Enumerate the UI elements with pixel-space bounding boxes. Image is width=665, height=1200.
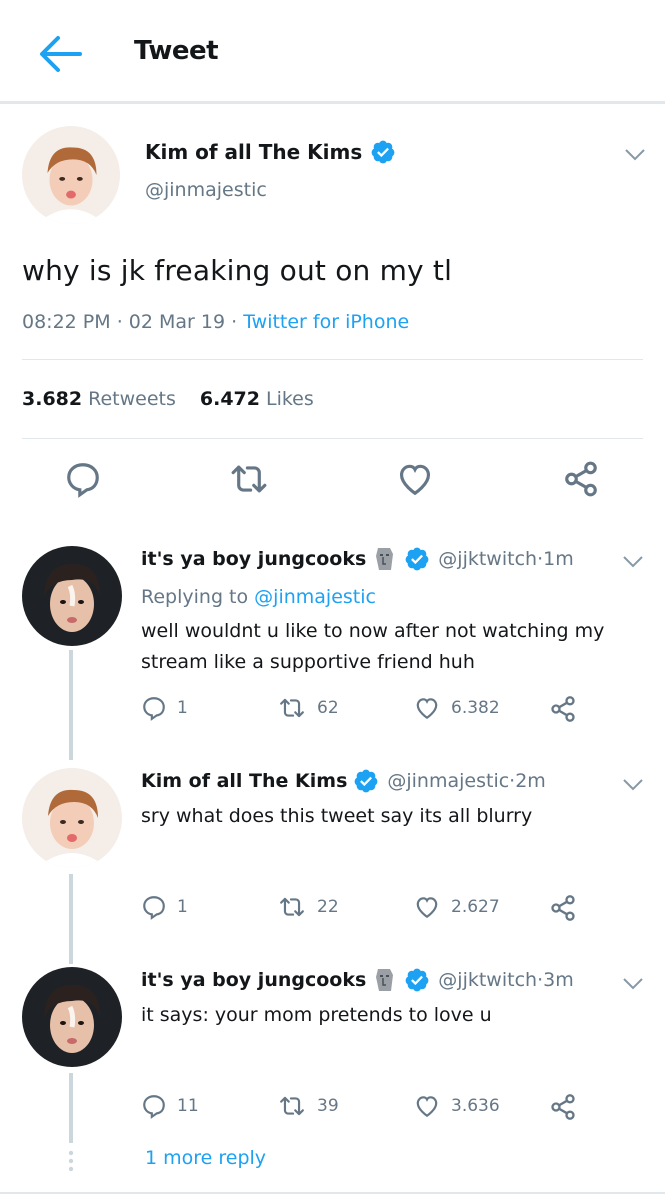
reply-icon xyxy=(141,695,167,721)
retweet-count: 62 xyxy=(317,698,339,718)
like-button[interactable]: 6.382 xyxy=(413,695,500,721)
author-name-row[interactable]: Kim of all The Kims xyxy=(145,139,396,165)
reply-header: it's ya boy jungcooks @jjktwitch · 3m xyxy=(141,967,574,993)
reply-header: it's ya boy jungcooks @jjktwitch · 1m xyxy=(141,546,574,572)
share-button[interactable] xyxy=(549,695,577,723)
retweet-button[interactable]: 62 xyxy=(277,695,339,721)
reply-icon xyxy=(141,894,167,920)
retweet-icon xyxy=(277,695,307,721)
top-bar: Tweet xyxy=(0,0,665,104)
avatar[interactable] xyxy=(22,546,122,646)
reply-count: 1 xyxy=(177,698,188,718)
retweet-button[interactable]: 39 xyxy=(277,1093,339,1119)
reply-handle[interactable]: @jinmajestic xyxy=(387,770,509,792)
reply-actions: 1 22 2.627 xyxy=(141,894,601,924)
avatar[interactable] xyxy=(22,126,120,224)
thread-line xyxy=(69,874,73,964)
reply-button[interactable] xyxy=(64,460,102,502)
heart-icon xyxy=(413,894,441,920)
reply-icon xyxy=(141,1093,167,1119)
reply-author-name[interactable]: it's ya boy jungcooks xyxy=(141,969,366,991)
verified-badge-icon xyxy=(404,546,430,572)
thread-line xyxy=(69,1073,73,1143)
verified-badge-icon xyxy=(404,967,430,993)
reply-button[interactable]: 11 xyxy=(141,1093,199,1119)
reply-time: 1m xyxy=(543,548,574,570)
tweet-source-link[interactable]: Twitter for iPhone xyxy=(243,311,409,333)
reply-author-name[interactable]: Kim of all The Kims xyxy=(141,770,347,792)
arrow-left-icon xyxy=(40,36,82,72)
more-replies-link[interactable]: 1 more reply xyxy=(145,1147,266,1169)
reply-time: 2m xyxy=(515,770,546,792)
thread-dots-icon xyxy=(68,1150,74,1172)
tweet-time: 08:22 PM xyxy=(22,311,111,333)
reply-count: 1 xyxy=(177,897,188,917)
chevron-down-icon[interactable] xyxy=(622,555,644,569)
like-button[interactable]: 3.636 xyxy=(413,1093,500,1119)
retweet-icon xyxy=(277,894,307,920)
reply-author-name[interactable]: it's ya boy jungcooks xyxy=(141,548,366,570)
reply-actions: 11 39 3.636 xyxy=(141,1093,601,1123)
retweet-count: 22 xyxy=(317,897,339,917)
like-count: 2.627 xyxy=(451,897,500,917)
chevron-down-icon[interactable] xyxy=(624,148,646,162)
chevron-down-icon[interactable] xyxy=(622,778,644,792)
heart-icon xyxy=(413,1093,441,1119)
avatar[interactable] xyxy=(22,967,122,1067)
moai-emoji-icon xyxy=(374,546,396,572)
share-button[interactable] xyxy=(549,1093,577,1121)
tweet-date: 02 Mar 19 xyxy=(128,311,226,333)
moai-emoji-icon xyxy=(374,967,396,993)
divider xyxy=(0,1192,665,1194)
reply-handle[interactable]: @jjktwitch xyxy=(438,548,537,570)
retweet-count: 39 xyxy=(317,1096,339,1116)
share-icon xyxy=(549,1093,577,1121)
reply-text: sry what does this tweet say its all blu… xyxy=(141,805,533,827)
retweet-icon xyxy=(229,460,269,498)
tweet-meta: 08:22 PM · 02 Mar 19 · Twitter for iPhon… xyxy=(22,311,410,333)
divider xyxy=(22,359,643,360)
retweet-icon xyxy=(277,1093,307,1119)
author-handle[interactable]: @jinmajestic xyxy=(145,179,267,201)
heart-icon xyxy=(413,695,441,721)
replying-to-link[interactable]: @jinmajestic xyxy=(254,586,376,608)
author-name: Kim of all The Kims xyxy=(145,140,363,164)
reply-actions: 1 62 6.382 xyxy=(141,695,601,725)
reply-handle[interactable]: @jjktwitch xyxy=(438,969,537,991)
avatar[interactable] xyxy=(22,768,122,868)
reply-count: 11 xyxy=(177,1096,199,1116)
share-icon xyxy=(562,460,600,498)
chevron-down-icon[interactable] xyxy=(622,977,644,991)
thread-line xyxy=(69,650,73,760)
like-button[interactable]: 2.627 xyxy=(413,894,500,920)
like-count: 3.636 xyxy=(451,1096,500,1116)
likes-stat[interactable]: 6.472 Likes xyxy=(200,388,314,410)
like-count: 6.382 xyxy=(451,698,500,718)
reply-button[interactable]: 1 xyxy=(141,894,188,920)
like-button[interactable] xyxy=(395,460,435,502)
heart-icon xyxy=(395,460,435,498)
verified-badge-icon xyxy=(370,139,396,165)
share-icon xyxy=(549,894,577,922)
retweets-stat[interactable]: 3.682 Retweets xyxy=(22,388,176,410)
share-button[interactable] xyxy=(549,894,577,922)
share-icon xyxy=(549,695,577,723)
tweet-text: why is jk freaking out on my tl xyxy=(22,254,453,287)
back-button[interactable] xyxy=(36,32,84,76)
retweet-button[interactable] xyxy=(229,460,269,502)
verified-badge-icon xyxy=(353,768,379,794)
reply-icon xyxy=(64,460,102,498)
reply-button[interactable]: 1 xyxy=(141,695,188,721)
tweet-stats: 3.682 Retweets 6.472 Likes xyxy=(22,388,314,410)
reply-text: it says: your mom pretends to love u xyxy=(141,1004,492,1026)
retweet-button[interactable]: 22 xyxy=(277,894,339,920)
replying-to: Replying to @jinmajestic xyxy=(141,586,376,608)
reply-header: Kim of all The Kims @jinmajestic · 2m xyxy=(141,768,546,794)
reply-time: 3m xyxy=(543,969,574,991)
tweet-actions xyxy=(0,458,665,508)
reply-text: well wouldnt u like to now after not wat… xyxy=(141,620,605,673)
share-button[interactable] xyxy=(562,460,600,502)
divider xyxy=(22,438,643,439)
page-title: Tweet xyxy=(134,36,219,66)
